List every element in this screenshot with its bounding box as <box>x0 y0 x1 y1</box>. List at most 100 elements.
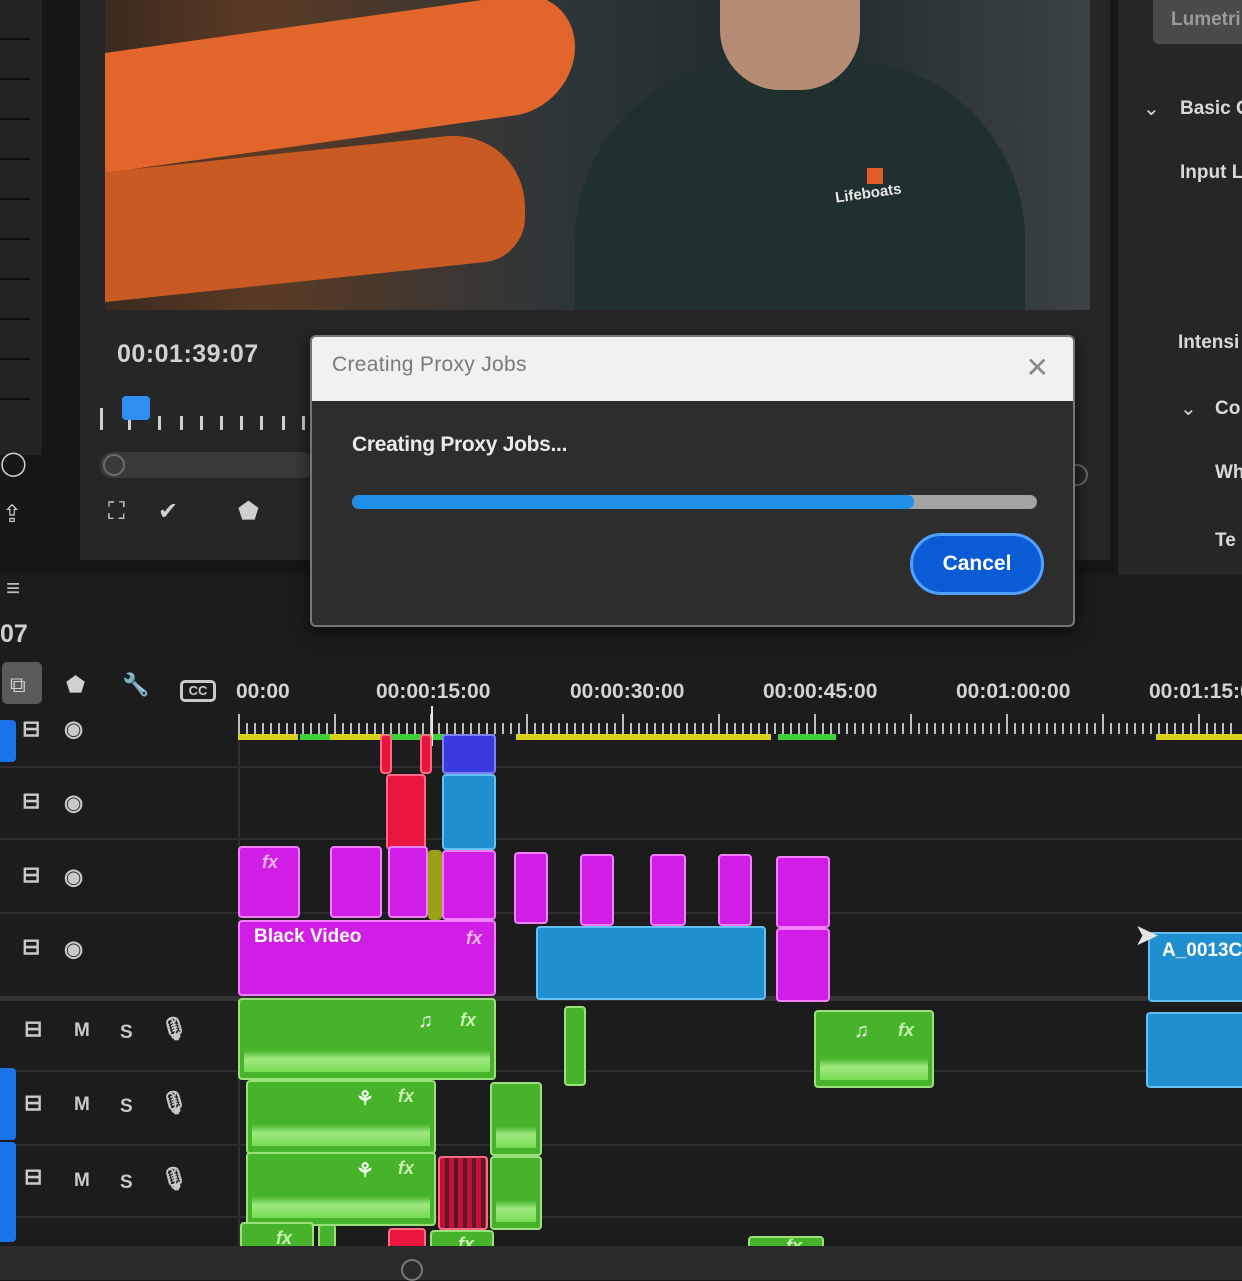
export-icon[interactable]: ⇪ <box>2 503 22 527</box>
hamburger-menu-icon[interactable]: ≡ <box>6 575 20 603</box>
chevron-down-icon[interactable]: ⌄ <box>1180 396 1197 421</box>
audio-clip[interactable]: ⚘ fx <box>246 1152 436 1226</box>
ruler-tick <box>918 723 920 734</box>
ruler-tick <box>950 723 952 734</box>
captions-button[interactable]: CC <box>180 680 216 702</box>
toggle-sync-lock-icon[interactable]: ⊟ <box>22 788 40 814</box>
zoom-bar-knob[interactable] <box>103 454 125 476</box>
monitor-timecode[interactable]: 00:01:39:07 <box>117 340 259 369</box>
ruler-tick <box>734 723 736 734</box>
ruler-tick <box>574 723 576 734</box>
scrollbar-knob[interactable] <box>401 1259 423 1281</box>
toggle-sync-lock-icon[interactable]: ⊟ <box>24 1164 42 1190</box>
video-clip[interactable] <box>776 928 830 1002</box>
toggle-sync-lock-icon[interactable]: ⊟ <box>24 1016 42 1042</box>
ruler-tick <box>1070 723 1072 734</box>
eye-icon[interactable]: ◉ <box>64 936 83 962</box>
audio-clip[interactable] <box>490 1156 542 1230</box>
add-marker-icon[interactable]: ⬟ <box>66 672 85 698</box>
ruler-tick <box>878 723 880 734</box>
ruler-tick <box>278 723 280 734</box>
ruler-tick <box>462 723 464 734</box>
solo-button[interactable]: S <box>120 1096 133 1118</box>
time-ruler[interactable] <box>238 712 1242 734</box>
wrench-icon[interactable]: 🔧 <box>122 672 149 698</box>
mouse-pointer-icon: ➤ <box>1134 919 1160 952</box>
video-clip[interactable] <box>386 774 426 850</box>
lumetri-tab[interactable]: Lumetri <box>1153 0 1242 44</box>
ruler-tick <box>742 723 744 734</box>
ruler-label: 00:00:15:00 <box>376 680 491 703</box>
video-clip[interactable] <box>428 850 442 920</box>
color-section[interactable]: Co <box>1215 398 1240 420</box>
video-clip[interactable] <box>388 846 428 918</box>
video-clip[interactable] <box>536 926 766 1000</box>
ruler-tick <box>598 723 600 734</box>
audio-clip[interactable]: ⚘ fx <box>246 1080 436 1154</box>
video-clip[interactable] <box>580 854 614 926</box>
ruler-tick <box>478 723 480 734</box>
ruler-tick <box>894 723 896 734</box>
monitor-zoom-bar[interactable] <box>100 452 315 478</box>
track-target-a2[interactable] <box>0 1068 16 1140</box>
mute-button[interactable]: M <box>74 1094 90 1116</box>
toggle-sync-lock-icon[interactable]: ⊟ <box>24 1090 42 1116</box>
video-clip[interactable]: A_0013C <box>1148 932 1242 1002</box>
timeline-scrollbar[interactable] <box>0 1246 1242 1280</box>
ruler-tick <box>966 723 968 734</box>
eye-icon[interactable]: ◉ <box>64 790 83 816</box>
video-clip[interactable]: fx <box>238 846 300 918</box>
video-clip[interactable] <box>420 734 432 774</box>
eye-icon[interactable]: ◉ <box>64 716 83 742</box>
ruler-tick <box>1230 723 1232 734</box>
fx-badge: fx <box>460 1010 477 1030</box>
track-target-a3[interactable] <box>0 1142 16 1242</box>
close-icon[interactable]: ✕ <box>1026 351 1049 384</box>
toggle-sync-lock-icon[interactable]: ⊟ <box>22 862 40 888</box>
timeline-timecode[interactable]: 07 <box>0 620 28 649</box>
marker-icon[interactable]: ⬟ <box>238 500 259 524</box>
ruler-tick <box>886 723 888 734</box>
toggle-sync-lock-icon[interactable]: ⊟ <box>22 716 40 742</box>
video-clip[interactable] <box>442 734 496 774</box>
ruler-tick <box>750 723 752 734</box>
ruler-tick <box>1038 723 1040 734</box>
chevron-down-icon[interactable]: ⌄ <box>1143 96 1160 121</box>
audio-clip[interactable]: ♫ fx <box>814 1010 934 1088</box>
track-target-v4[interactable] <box>0 720 16 762</box>
ruler-tick <box>1022 723 1024 734</box>
mute-button[interactable]: M <box>74 1020 90 1042</box>
toggle-sync-lock-icon[interactable]: ⊟ <box>22 934 40 960</box>
zoom-knob-icon[interactable]: ◯ <box>0 452 27 476</box>
ruler-tick <box>670 723 672 734</box>
microphone-icon[interactable]: 🎙 <box>160 1166 188 1192</box>
audio-clip[interactable] <box>490 1082 542 1156</box>
basic-correction-section[interactable]: Basic C <box>1180 98 1242 120</box>
video-clip[interactable] <box>514 852 548 924</box>
black-video-clip[interactable]: Black Video fx <box>238 920 496 996</box>
cancel-button[interactable]: Cancel <box>910 533 1044 595</box>
microphone-icon[interactable]: 🎙 <box>160 1090 188 1116</box>
ruler-tick <box>494 723 496 734</box>
monitor-playhead[interactable] <box>122 396 150 420</box>
eye-icon[interactable]: ◉ <box>64 864 83 890</box>
audio-clip[interactable] <box>564 1006 586 1086</box>
solo-button[interactable]: S <box>120 1172 133 1194</box>
video-clip[interactable] <box>380 734 392 774</box>
ruler-tick <box>622 714 624 734</box>
audio-clip-selected[interactable] <box>1146 1012 1242 1088</box>
safe-margins-icon[interactable]: ⛶ <box>108 500 125 524</box>
video-clip[interactable] <box>650 854 686 926</box>
video-clip[interactable] <box>718 854 752 926</box>
audio-clip[interactable] <box>438 1156 488 1230</box>
checkmark-icon[interactable]: ✔ <box>158 500 178 524</box>
video-clip[interactable] <box>776 856 830 928</box>
mute-button[interactable]: M <box>74 1170 90 1192</box>
microphone-icon[interactable]: 🎙 <box>160 1016 188 1042</box>
video-clip[interactable] <box>442 850 496 920</box>
solo-button[interactable]: S <box>120 1022 133 1044</box>
video-clip[interactable] <box>442 774 496 850</box>
audio-clip[interactable]: ♫ fx <box>238 998 496 1080</box>
ruler-tick <box>710 723 712 734</box>
video-clip[interactable] <box>330 846 382 918</box>
